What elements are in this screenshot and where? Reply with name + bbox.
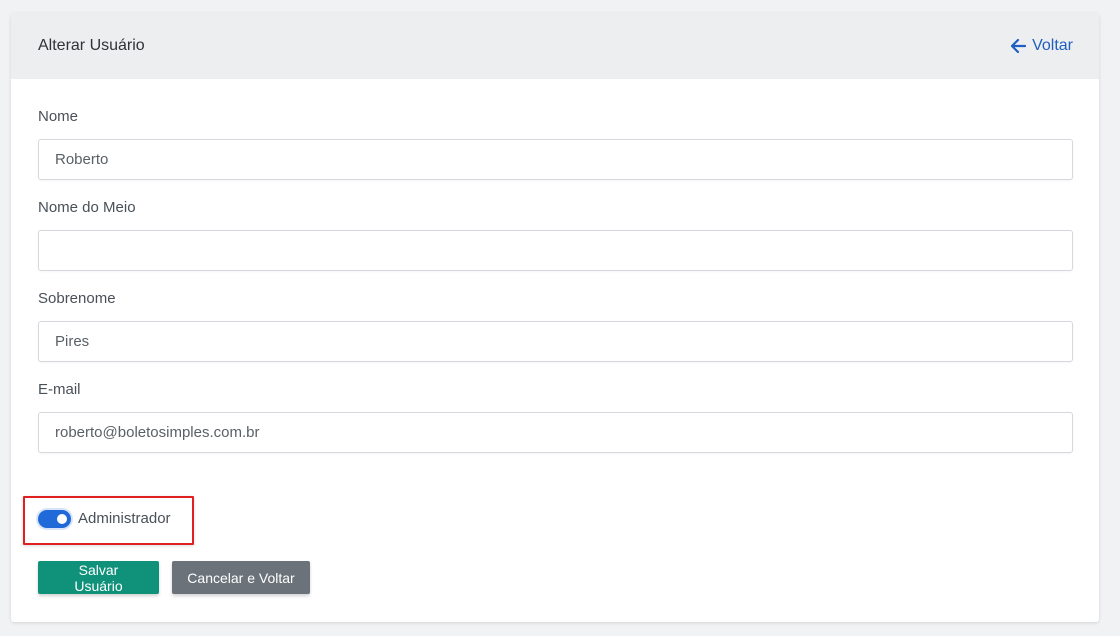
nome-label: Nome	[38, 108, 79, 125]
nome-do-meio-input[interactable]	[38, 230, 1073, 271]
page-title: Alterar Usuário	[38, 37, 145, 54]
email-input[interactable]	[38, 412, 1073, 453]
back-link[interactable]: Voltar	[1011, 37, 1073, 55]
arrow-left-icon	[1011, 39, 1027, 53]
form-actions: Salvar Usuário Cancelar e Voltar	[38, 561, 310, 594]
field-sobrenome: Sobrenome	[38, 291, 1073, 362]
back-link-label: Voltar	[1032, 37, 1073, 54]
field-nome-do-meio: Nome do Meio	[38, 200, 1073, 271]
admin-toggle-label[interactable]: Administrador	[78, 510, 171, 528]
toggle-knob	[57, 514, 67, 524]
edit-user-card: Alterar Usuário Voltar Nome Nome do Meio…	[11, 13, 1099, 622]
card-header: Alterar Usuário Voltar	[11, 13, 1099, 79]
nome-input[interactable]	[38, 139, 1073, 180]
field-email: E-mail	[38, 382, 1073, 453]
save-user-button[interactable]: Salvar Usuário	[38, 561, 159, 594]
form-body: Nome Nome do Meio Sobrenome E-mail	[11, 79, 1099, 453]
admin-toggle-switch[interactable]	[38, 510, 71, 528]
field-nome: Nome	[38, 109, 1073, 180]
sobrenome-label: Sobrenome	[38, 290, 116, 307]
admin-toggle-row: Administrador	[38, 510, 171, 528]
cancel-and-back-button[interactable]: Cancelar e Voltar	[172, 561, 310, 594]
sobrenome-input[interactable]	[38, 321, 1073, 362]
email-label: E-mail	[38, 381, 81, 398]
nome-do-meio-label: Nome do Meio	[38, 199, 136, 216]
